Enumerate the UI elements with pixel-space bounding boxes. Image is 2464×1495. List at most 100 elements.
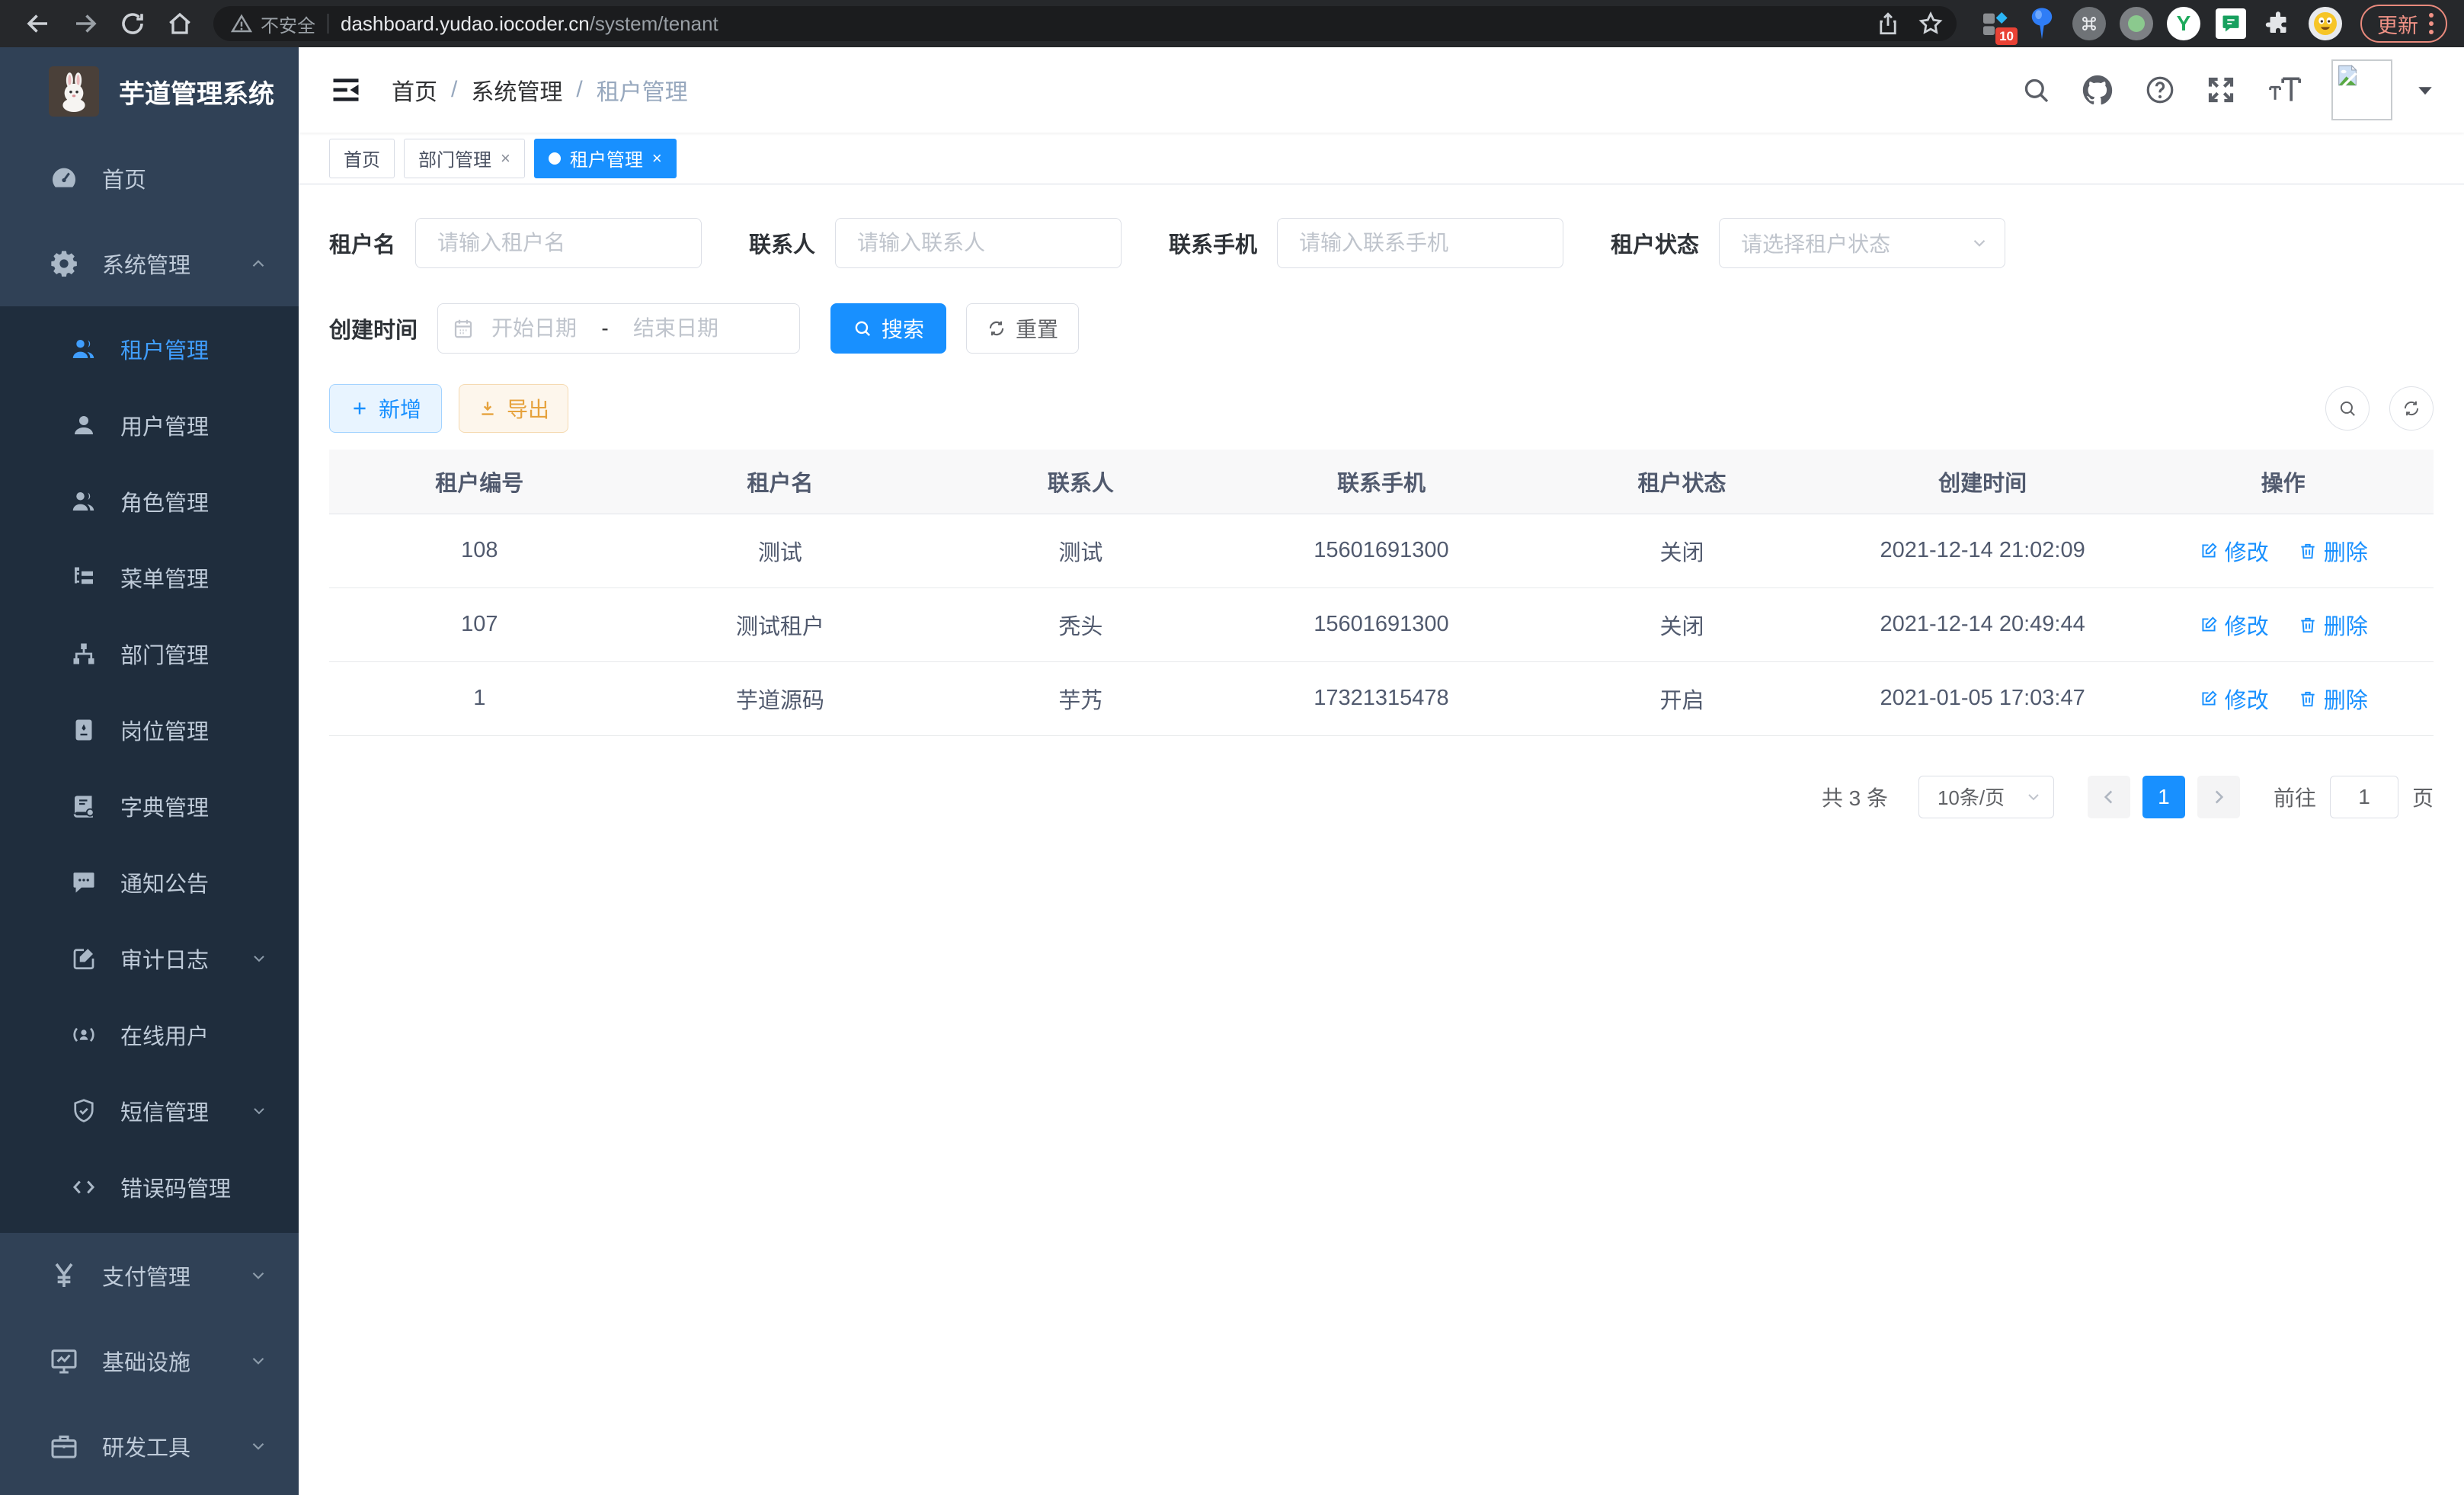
sidebar-item-menu-management[interactable]: 菜单管理: [0, 539, 299, 616]
browser-back-button[interactable]: [17, 5, 59, 42]
breadcrumb-system[interactable]: 系统管理: [471, 73, 562, 107]
extension-tabs-button[interactable]: 10: [1975, 4, 2014, 43]
cell-tenant-id: 108: [329, 514, 630, 587]
refresh-table-button[interactable]: [2389, 386, 2434, 431]
extension-command-button[interactable]: [2069, 4, 2109, 43]
fullscreen-icon[interactable]: [2205, 74, 2237, 106]
back-arrow-icon: [24, 10, 52, 37]
edit-label: 修改: [2225, 683, 2269, 715]
trash-icon: [2298, 541, 2318, 561]
search-button[interactable]: 搜索: [830, 303, 946, 354]
tab-tenant-management[interactable]: 租户管理 ×: [534, 139, 677, 178]
sidebar-item-post-management[interactable]: 岗位管理: [0, 692, 299, 768]
status-select[interactable]: 请选择租户状态: [1719, 218, 2005, 268]
sidebar-item-role-management[interactable]: 角色管理: [0, 463, 299, 539]
sidebar-item-infrastructure[interactable]: 基础设施: [0, 1318, 299, 1404]
cell-actions: 修改 删除: [2133, 587, 2434, 661]
sidebar-item-dev-tools[interactable]: 研发工具: [0, 1404, 299, 1489]
sidebar-item-audit-log[interactable]: 审计日志: [0, 920, 299, 997]
share-button[interactable]: [1870, 5, 1906, 42]
hamburger-icon[interactable]: [329, 73, 363, 107]
sidebar-item-error-code-management[interactable]: 错误码管理: [0, 1149, 299, 1225]
sidebar-item-sms-management[interactable]: 短信管理: [0, 1073, 299, 1149]
extensions-puzzle-button[interactable]: [2258, 4, 2298, 43]
export-button-label: 导出: [507, 393, 549, 424]
page-number-1[interactable]: 1: [2142, 776, 2185, 818]
sidebar-item-tenant-management[interactable]: 租户管理: [0, 311, 299, 387]
create-time-label: 创建时间: [329, 312, 418, 344]
sidebar-item-dept-management[interactable]: 部门管理: [0, 616, 299, 692]
y-extension-icon: Y: [2167, 7, 2200, 40]
warning-triangle-icon: [230, 12, 253, 35]
sidebar-item-notice-management[interactable]: 通知公告: [0, 844, 299, 920]
browser-home-button[interactable]: [158, 5, 201, 42]
edit-link[interactable]: 修改: [2199, 683, 2269, 715]
extension-emoji-button[interactable]: [2306, 4, 2345, 43]
extension-balloon-button[interactable]: [2022, 4, 2062, 43]
menu-label: 审计日志: [120, 943, 209, 975]
end-date-input[interactable]: [616, 316, 735, 341]
bookmark-button[interactable]: [1912, 5, 1949, 42]
export-button[interactable]: 导出: [459, 384, 568, 433]
start-date-input[interactable]: [475, 316, 594, 341]
tab-dept-management[interactable]: 部门管理 ×: [404, 139, 525, 178]
help-icon[interactable]: [2144, 74, 2176, 106]
app-logo-row[interactable]: 芋道管理系统: [0, 47, 299, 136]
edit-link[interactable]: 修改: [2199, 609, 2269, 641]
sidebar-item-system[interactable]: 系统管理: [0, 221, 299, 306]
sidebar-item-online-users[interactable]: 在线用户: [0, 997, 299, 1073]
edit-link[interactable]: 修改: [2199, 535, 2269, 567]
page-size-select[interactable]: 10条/页: [1918, 776, 2054, 818]
edit-label: 修改: [2225, 609, 2269, 641]
close-icon[interactable]: ×: [652, 149, 662, 168]
table-row: 1 芋道源码 芋艿 17321315478 开启 2021-01-05 17:0…: [329, 661, 2434, 735]
contact-input[interactable]: [835, 218, 1122, 268]
browser-menu-icon[interactable]: [2429, 13, 2434, 34]
reset-button[interactable]: 重置: [966, 303, 1079, 354]
extensions-strip: 10 Y: [1975, 4, 2345, 43]
sidebar-item-home[interactable]: 首页: [0, 136, 299, 221]
goto-page-input[interactable]: [2330, 776, 2398, 818]
delete-link[interactable]: 删除: [2298, 609, 2368, 641]
avatar-caret-icon[interactable]: [2414, 78, 2437, 101]
extension-recorder-button[interactable]: [2117, 4, 2156, 43]
header-search-icon[interactable]: [2021, 75, 2051, 105]
url-host: dashboard.yudao.iocoder.cn: [341, 12, 590, 35]
command-extension-icon: [2072, 7, 2106, 40]
next-page-button[interactable]: [2197, 776, 2240, 818]
add-button[interactable]: 新增: [329, 384, 442, 433]
browser-update-button[interactable]: 更新: [2360, 5, 2447, 43]
page-size-value: 10条/页: [1938, 783, 2024, 811]
sidebar-item-payment-management[interactable]: 支付管理: [0, 1233, 299, 1318]
browser-forward-button[interactable]: [64, 5, 107, 42]
prev-page-button[interactable]: [2088, 776, 2130, 818]
plus-icon: [350, 399, 370, 418]
address-bar[interactable]: 不安全 dashboard.yudao.iocoder.cn/system/te…: [213, 6, 1957, 41]
sidebar-item-user-management[interactable]: 用户管理: [0, 387, 299, 463]
extension-chat-button[interactable]: [2211, 4, 2251, 43]
status-placeholder: 请选择租户状态: [1741, 228, 1970, 258]
avatar[interactable]: [2331, 59, 2392, 120]
cell-actions: 修改 删除: [2133, 514, 2434, 587]
monitor-icon: [49, 1346, 79, 1376]
chevron-left-icon: [2099, 787, 2119, 807]
breadcrumb-home[interactable]: 首页: [392, 73, 437, 107]
security-chip[interactable]: 不安全: [230, 11, 315, 37]
tab-home[interactable]: 首页: [329, 139, 395, 178]
extension-y-button[interactable]: Y: [2164, 4, 2203, 43]
tenant-name-input[interactable]: [415, 218, 702, 268]
tab-label: 首页: [344, 145, 380, 171]
toggle-search-button[interactable]: [2325, 386, 2370, 431]
edit-icon: [2199, 615, 2219, 635]
delete-link[interactable]: 删除: [2298, 683, 2368, 715]
create-time-range-picker[interactable]: -: [437, 303, 800, 354]
phone-input[interactable]: [1277, 218, 1563, 268]
chevron-right-icon: [2209, 787, 2229, 807]
delete-link[interactable]: 删除: [2298, 535, 2368, 567]
font-size-icon[interactable]: [2266, 73, 2302, 107]
close-icon[interactable]: ×: [501, 149, 510, 168]
browser-reload-button[interactable]: [111, 5, 154, 42]
github-icon[interactable]: [2080, 72, 2115, 107]
sidebar-item-dict-management[interactable]: 字典管理: [0, 768, 299, 844]
chevron-down-icon: [2024, 788, 2043, 806]
